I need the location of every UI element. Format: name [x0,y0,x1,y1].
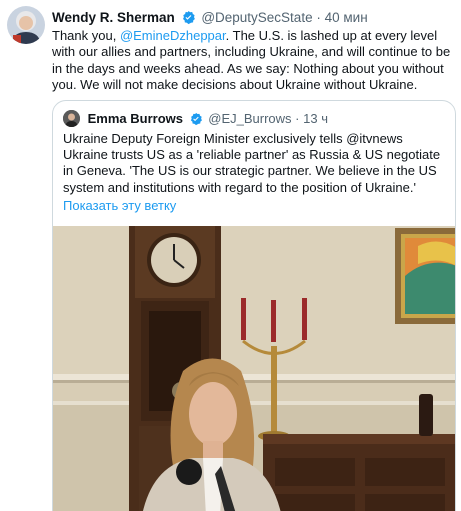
header-separator: · [316,10,321,25]
quoted-timestamp[interactable]: 13 ч [303,111,328,126]
show-thread-link[interactable]: Показать эту ветку [63,198,176,213]
tweet-text: Thank you, @EmineDzheppar. The U.S. is l… [52,28,452,94]
tweet-header: Wendy R. Sherman @DeputySecState · 40 ми… [52,10,368,29]
quoted-author-handle[interactable]: @EJ_Burrows [208,111,291,126]
tweet-text-pre: Thank you, [52,28,120,43]
mention-link[interactable]: @EmineDzheppar [120,28,226,43]
tweet-timestamp[interactable]: 40 мин [325,10,368,25]
quoted-author-name[interactable]: Emma Burrows [88,111,183,126]
quoted-author-avatar[interactable] [63,110,80,127]
verified-badge-icon [181,10,196,29]
verified-badge-icon [189,112,203,130]
quoted-tweet-header: Emma Burrows @EJ_Burrows · 13 ч [63,110,328,130]
author-name[interactable]: Wendy R. Sherman [52,10,175,25]
quoted-tweet-text: Ukraine Deputy Foreign Minister exclusiv… [63,131,441,195]
quoted-tweet[interactable]: Emma Burrows @EJ_Burrows · 13 ч Ukraine … [52,100,456,511]
quoted-header-separator: · [295,111,300,126]
author-handle[interactable]: @DeputySecState [201,10,312,25]
author-avatar[interactable] [7,6,45,44]
quoted-tweet-photo[interactable] [53,226,455,511]
